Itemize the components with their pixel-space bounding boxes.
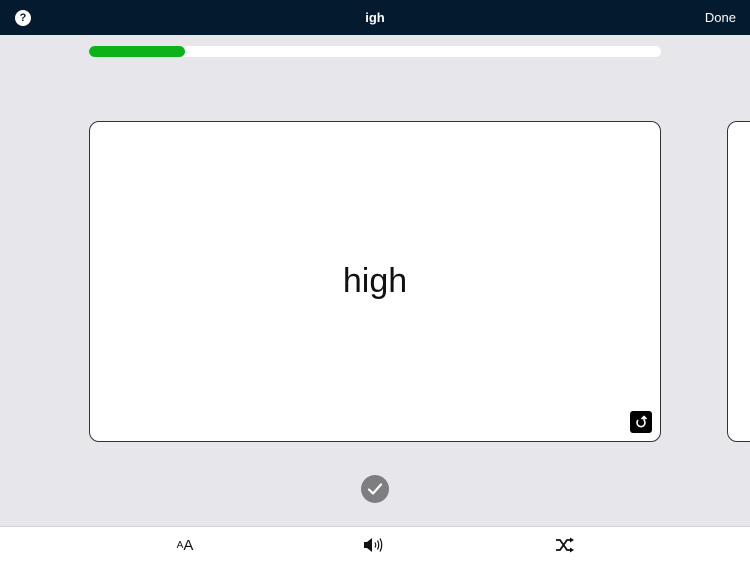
flip-arrow-icon (636, 415, 648, 428)
mark-known-button[interactable] (361, 475, 389, 503)
speaker-icon (364, 538, 383, 552)
flashcard-word: high (342, 262, 408, 300)
progress-bar (89, 46, 661, 57)
checkmark-icon (367, 483, 383, 495)
font-size-small-icon: A (176, 539, 184, 551)
font-size-button[interactable]: A A (170, 527, 200, 562)
font-size-big-icon: A (183, 536, 194, 554)
shuffle-button[interactable] (550, 527, 580, 562)
done-button[interactable]: Done (705, 0, 736, 35)
bottom-toolbar: A A (0, 526, 750, 562)
top-navigation-bar: ? igh Done (0, 0, 750, 35)
flashcard[interactable]: high (89, 121, 661, 442)
progress-bar-fill (89, 46, 185, 57)
flip-card-button[interactable] (630, 411, 652, 433)
next-flashcard-peek[interactable] (727, 121, 750, 442)
shuffle-icon (556, 537, 574, 553)
page-title: igh (365, 10, 385, 25)
play-sound-button[interactable] (360, 527, 390, 562)
